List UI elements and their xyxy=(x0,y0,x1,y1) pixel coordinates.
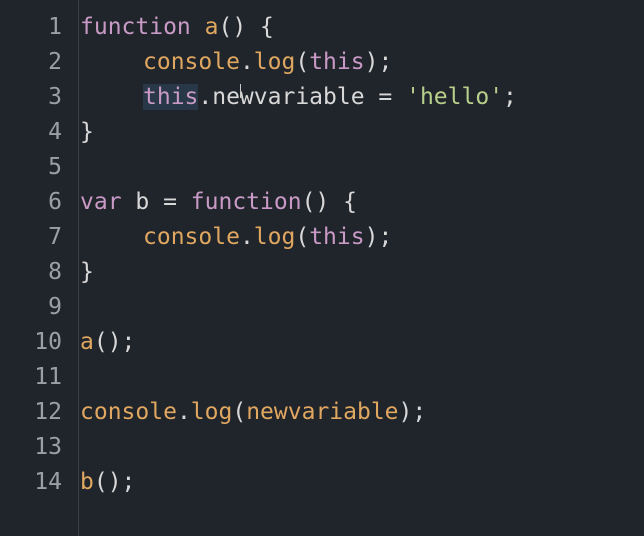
line-number: 13 xyxy=(34,433,62,460)
code-line-12[interactable]: 12 console.log(newvariable); xyxy=(0,394,644,429)
token-punct: ( xyxy=(295,223,310,250)
token-punct: ( xyxy=(295,48,310,75)
token-punct: } xyxy=(80,118,94,145)
token-function-name: log xyxy=(253,48,296,75)
token-this: this xyxy=(309,48,365,75)
token-this: this xyxy=(309,223,365,250)
mouse-cursor-ibeam xyxy=(240,84,241,98)
token-operator: = xyxy=(364,83,407,110)
line-number: 6 xyxy=(48,188,62,215)
line-text[interactable]: this.newvariable = 'hello'; xyxy=(80,83,517,110)
line-number: 2 xyxy=(48,48,62,75)
token-punct: (); xyxy=(93,468,136,495)
code-line-2[interactable]: 2 console.log(this); xyxy=(0,44,644,79)
code-line-11[interactable]: 11 xyxy=(0,359,644,394)
line-text[interactable]: console.log(newvariable); xyxy=(80,399,426,425)
code-line-10[interactable]: 10 a(); xyxy=(0,324,644,359)
token-punct: () xyxy=(301,188,330,215)
token-keyword: function xyxy=(80,13,191,40)
token-punct: ); xyxy=(364,223,393,250)
token-punct: { xyxy=(246,13,274,40)
code-area[interactable]: 1 function a() { 2 console.log(this); 3 … xyxy=(0,9,644,499)
token-punct: . xyxy=(176,398,191,425)
token-punct: (); xyxy=(93,328,136,355)
code-editor[interactable]: 1 function a() { 2 console.log(this); 3 … xyxy=(0,0,644,536)
line-text[interactable]: b(); xyxy=(80,469,135,495)
token-object: console xyxy=(143,48,240,75)
line-number: 12 xyxy=(34,398,62,425)
line-number: 8 xyxy=(48,258,62,285)
code-line-13[interactable]: 13 xyxy=(0,429,644,464)
code-line-7[interactable]: 7 console.log(this); xyxy=(0,219,644,254)
line-number: 9 xyxy=(48,293,62,320)
token-punct: ); xyxy=(398,398,427,425)
code-line-9[interactable]: 9 xyxy=(0,289,644,324)
line-number: 3 xyxy=(48,83,62,110)
token-object: console xyxy=(143,223,240,250)
code-line-8[interactable]: 8 } xyxy=(0,254,644,289)
token-punct: . xyxy=(239,48,254,75)
token-function-name: log xyxy=(190,398,233,425)
line-number: 5 xyxy=(48,153,62,180)
token-property: .newvariable xyxy=(198,83,365,110)
token-keyword: function xyxy=(190,188,302,215)
line-number: 7 xyxy=(48,223,62,250)
token-punct: ; xyxy=(503,83,517,110)
code-line-5[interactable]: 5 xyxy=(0,149,644,184)
code-line-1[interactable]: 1 function a() { xyxy=(0,9,644,44)
token-identifier: newvariable xyxy=(246,398,399,425)
token-punct: ); xyxy=(364,48,393,75)
token-this-selected: this xyxy=(143,83,199,110)
line-number: 4 xyxy=(48,118,62,145)
token-punct: ( xyxy=(232,398,247,425)
code-line-6[interactable]: 6 var b = function() { xyxy=(0,184,644,219)
token-function-name: a xyxy=(204,13,219,40)
code-line-4[interactable]: 4 } xyxy=(0,114,644,149)
token-punct: } xyxy=(80,258,94,285)
token-punct: . xyxy=(239,223,254,250)
line-number: 14 xyxy=(34,468,62,495)
token-function-name: a xyxy=(80,328,94,355)
line-number: 11 xyxy=(34,363,62,390)
code-line-14[interactable]: 14 b(); xyxy=(0,464,644,499)
line-number: 10 xyxy=(34,328,62,355)
token-function-name: log xyxy=(253,223,296,250)
line-text[interactable]: console.log(this); xyxy=(80,224,392,250)
line-text[interactable]: console.log(this); xyxy=(80,49,392,75)
token-keyword: var xyxy=(80,188,122,215)
line-text[interactable]: } xyxy=(80,119,94,145)
token-object: console xyxy=(80,398,177,425)
line-text[interactable]: var b = function() { xyxy=(80,189,357,215)
token-string: 'hello' xyxy=(406,83,504,110)
token-punct: () xyxy=(218,13,247,40)
line-text[interactable]: } xyxy=(80,259,94,285)
token-identifier: b = xyxy=(121,188,191,215)
code-line-3[interactable]: 3 this.newvariable = 'hello'; xyxy=(0,79,644,114)
token-punct: { xyxy=(329,188,357,215)
line-text[interactable]: a(); xyxy=(80,329,135,355)
token-function-name: b xyxy=(80,468,94,495)
line-number: 1 xyxy=(48,13,62,40)
line-text[interactable]: function a() { xyxy=(80,14,274,40)
